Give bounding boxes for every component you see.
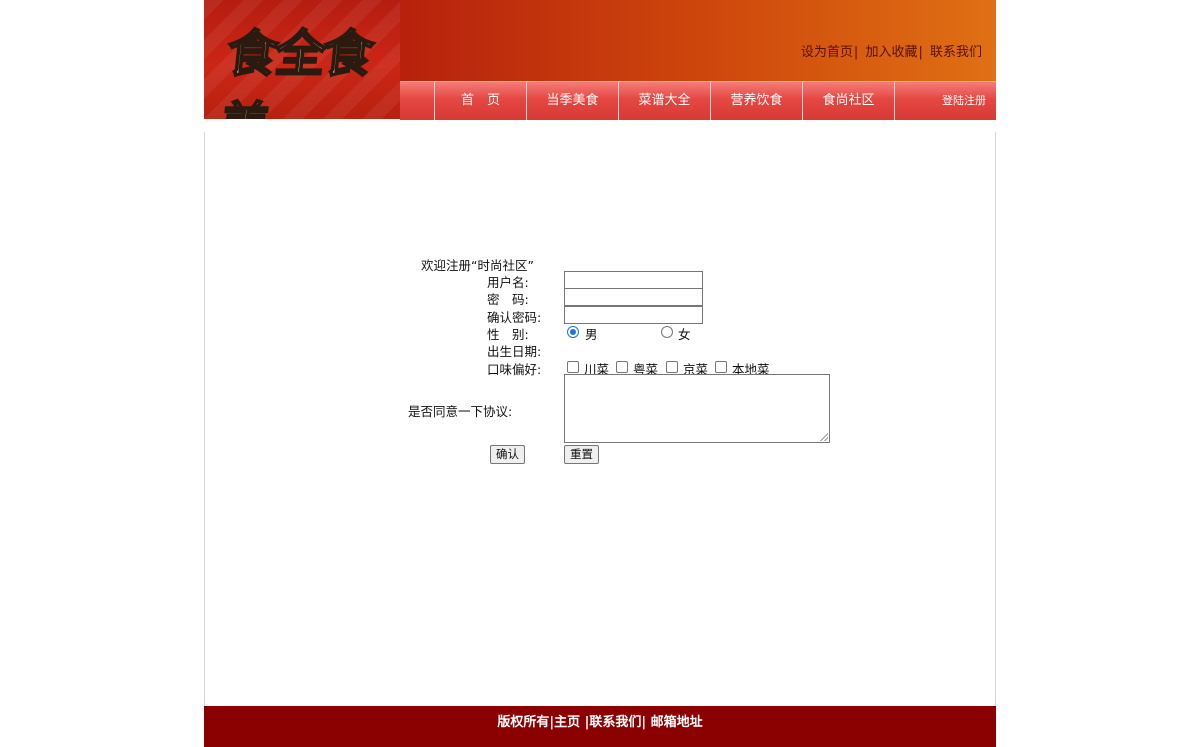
site-logo[interactable]: 食全食美 <box>204 0 400 119</box>
nav-item-nutrition[interactable]: 营养饮食 <box>711 82 803 120</box>
nav-item-seasonal-food[interactable]: 当季美食 <box>527 82 619 120</box>
taste-local-checkbox[interactable] <box>715 361 727 373</box>
confirm-password-input[interactable] <box>564 306 703 324</box>
nav-spacer <box>400 82 435 120</box>
gender-male-label: 男 <box>585 327 598 342</box>
resize-handle[interactable] <box>820 433 828 441</box>
agreement-label: 是否同意一下协议: <box>408 404 513 419</box>
nav-item-community[interactable]: 食尚社区 <box>803 82 895 120</box>
content-panel: 欢迎注册“时尚社区” 用户名: 密 码: 确认密码: 性 别: 男 女 出生日期… <box>204 132 996 706</box>
page-wrapper: 食全食美 设为首页| 加入收藏| 联系我们 首 页 当季美食 菜谱大全 营养饮食… <box>204 0 996 747</box>
logo-text: 食全食美 <box>216 23 376 119</box>
register-form: 欢迎注册“时尚社区” 用户名: 密 码: 确认密码: 性 别: 男 女 出生日期… <box>205 132 995 706</box>
password-input[interactable] <box>564 288 703 306</box>
set-homepage-link[interactable]: 设为首页 <box>801 45 853 60</box>
taste-beijing-checkbox[interactable] <box>666 361 678 373</box>
username-input[interactable] <box>564 271 703 289</box>
password-label: 密 码: <box>487 292 529 307</box>
birthday-label: 出生日期: <box>487 344 542 359</box>
contact-us-link[interactable]: 联系我们 <box>930 45 982 60</box>
taste-cantonese-checkbox[interactable] <box>616 361 628 373</box>
confirm-button[interactable]: 确认 <box>490 445 525 464</box>
top-links: 设为首页| 加入收藏| 联系我们 <box>801 41 982 60</box>
login-register-link[interactable]: 登陆注册 <box>942 82 986 120</box>
nav-item-recipes[interactable]: 菜谱大全 <box>619 82 711 120</box>
gender-female-radio[interactable] <box>661 326 673 338</box>
nav-item-home[interactable]: 首 页 <box>435 82 527 120</box>
divider: | <box>918 45 923 60</box>
main-nav: 首 页 当季美食 菜谱大全 营养饮食 食尚社区 登陆注册 <box>400 81 996 120</box>
reset-button[interactable]: 重置 <box>564 445 599 464</box>
footer-links[interactable]: 版权所有|主页 |联系我们| 邮箱地址 <box>497 715 702 730</box>
divider: | <box>853 45 859 60</box>
header-banner: 设为首页| 加入收藏| 联系我们 <box>400 0 996 81</box>
gender-male-radio[interactable] <box>567 326 579 338</box>
taste-sichuan-checkbox[interactable] <box>567 361 579 373</box>
agreement-textarea[interactable] <box>564 374 830 443</box>
footer: 版权所有|主页 |联系我们| 邮箱地址 <box>204 706 996 747</box>
add-favorite-link[interactable]: 加入收藏 <box>865 45 917 60</box>
taste-label: 口味偏好: <box>487 362 542 377</box>
gender-female-label: 女 <box>678 327 691 342</box>
